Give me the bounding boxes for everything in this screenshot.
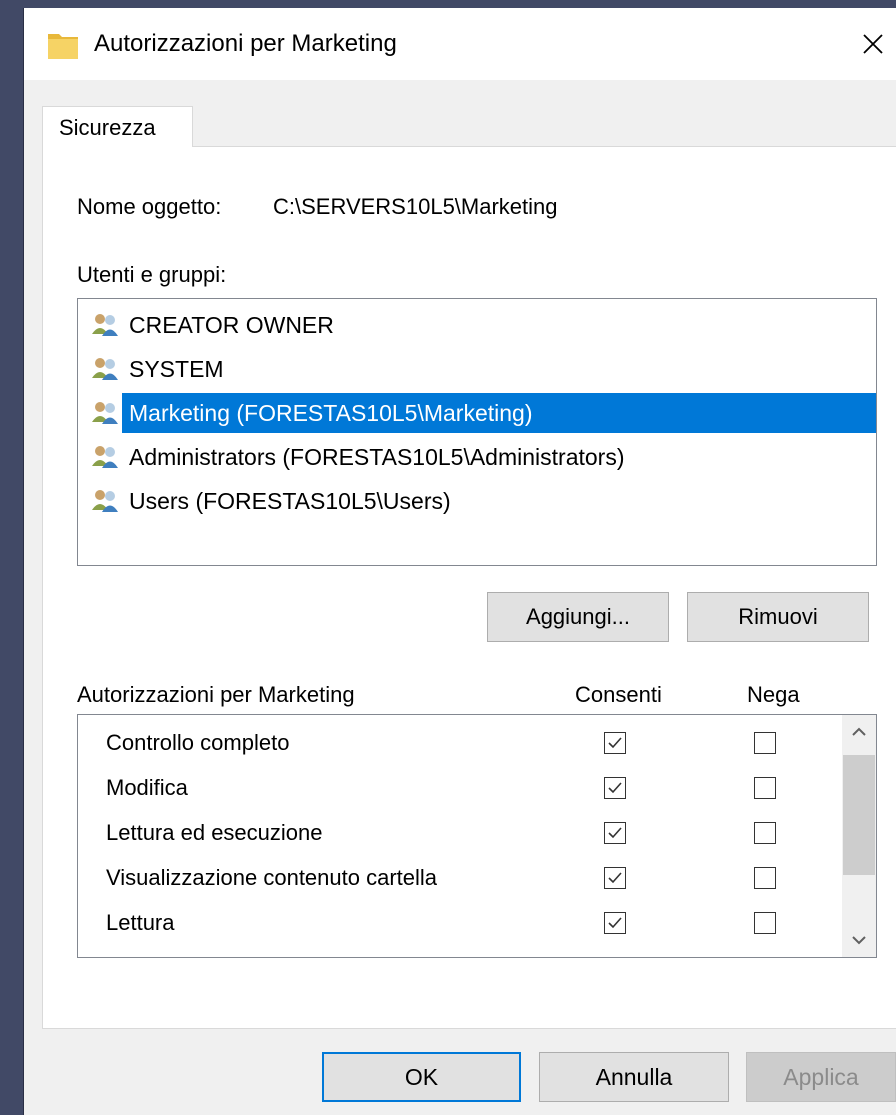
user-name: Administrators (FORESTAS10L5\Administrat… bbox=[129, 444, 625, 470]
close-icon bbox=[863, 34, 883, 54]
object-name-label: Nome oggetto: bbox=[77, 194, 222, 219]
user-list-item[interactable]: Marketing (FORESTAS10L5\Marketing) bbox=[90, 393, 876, 433]
scroll-thumb[interactable] bbox=[843, 755, 875, 875]
allow-checkbox[interactable] bbox=[604, 732, 626, 754]
deny-checkbox[interactable] bbox=[754, 732, 776, 754]
permission-row: Modifica bbox=[78, 766, 838, 810]
partial-checkbox[interactable] bbox=[604, 957, 626, 958]
permissions-list[interactable]: Controllo completo Modifica Lettura ed ese… bbox=[77, 714, 877, 958]
permission-label: Visualizzazione contenuto cartella bbox=[106, 865, 438, 890]
allow-checkbox[interactable] bbox=[604, 912, 626, 934]
close-button[interactable] bbox=[850, 8, 896, 80]
allow-checkbox[interactable] bbox=[604, 867, 626, 889]
permission-row: Visualizzazione contenuto cartella bbox=[78, 856, 838, 900]
apply-button[interactable]: Applica bbox=[746, 1052, 896, 1102]
user-list-item[interactable]: Users (FORESTAS10L5\Users) bbox=[90, 481, 876, 521]
partial-checkbox[interactable] bbox=[754, 957, 776, 958]
users-group-icon bbox=[90, 398, 120, 428]
chevron-up-icon bbox=[852, 727, 866, 736]
users-group-icon bbox=[90, 486, 120, 516]
allow-checkbox[interactable] bbox=[604, 777, 626, 799]
scroll-up-button[interactable] bbox=[842, 715, 876, 749]
allow-checkbox[interactable] bbox=[604, 822, 626, 844]
window-title: Autorizzazioni per Marketing bbox=[94, 30, 397, 57]
users-group-icon bbox=[90, 442, 120, 472]
user-name: CREATOR OWNER bbox=[129, 312, 334, 338]
user-name: Users (FORESTAS10L5\Users) bbox=[129, 488, 451, 514]
chevron-down-icon bbox=[852, 936, 866, 945]
folder-icon bbox=[48, 34, 78, 59]
permissions-scrollbar[interactable] bbox=[842, 715, 876, 957]
permission-label: Lettura bbox=[106, 910, 175, 935]
tab-security[interactable]: Sicurezza bbox=[42, 106, 193, 148]
permissions-header: Autorizzazioni per Marketing bbox=[77, 682, 355, 707]
deny-checkbox[interactable] bbox=[754, 912, 776, 934]
permission-row-partial bbox=[78, 946, 838, 958]
permission-label: Modifica bbox=[106, 775, 188, 800]
user-list-item[interactable]: CREATOR OWNER bbox=[90, 305, 876, 345]
users-groups-label: Utenti e gruppi: bbox=[77, 262, 227, 287]
security-panel: Nome oggetto: C:\SERVERS10L5\Marketing U… bbox=[42, 147, 896, 1029]
users-group-icon bbox=[90, 310, 120, 340]
permission-label: Lettura ed esecuzione bbox=[106, 820, 323, 845]
permission-row: Lettura ed esecuzione bbox=[78, 811, 838, 855]
user-name: Marketing (FORESTAS10L5\Marketing) bbox=[122, 393, 876, 433]
deny-checkbox[interactable] bbox=[754, 822, 776, 844]
permission-label: Controllo completo bbox=[106, 730, 290, 755]
remove-button[interactable]: Rimuovi bbox=[687, 592, 869, 642]
cancel-button[interactable]: Annulla bbox=[539, 1052, 729, 1102]
deny-column-header: Nega bbox=[747, 682, 800, 707]
users-group-icon bbox=[90, 354, 120, 384]
permission-row: Controllo completo bbox=[78, 721, 838, 765]
deny-checkbox[interactable] bbox=[754, 777, 776, 799]
permissions-dialog: Autorizzazioni per Marketing Sicurezza N… bbox=[24, 8, 896, 1115]
user-name: SYSTEM bbox=[129, 356, 224, 382]
add-button[interactable]: Aggiungi... bbox=[487, 592, 669, 642]
title-bar: Autorizzazioni per Marketing bbox=[24, 8, 896, 80]
scroll-down-button[interactable] bbox=[842, 923, 876, 957]
ok-button[interactable]: OK bbox=[322, 1052, 521, 1102]
object-name-value: C:\SERVERS10L5\Marketing bbox=[273, 194, 558, 219]
users-groups-list[interactable]: CREATOR OWNER SYSTEM Marketing (FORESTAS… bbox=[77, 298, 877, 566]
deny-checkbox[interactable] bbox=[754, 867, 776, 889]
user-list-item[interactable]: SYSTEM bbox=[90, 349, 876, 389]
user-list-item[interactable]: Administrators (FORESTAS10L5\Administrat… bbox=[90, 437, 876, 477]
allow-column-header: Consenti bbox=[575, 682, 662, 707]
permission-row: Lettura bbox=[78, 901, 838, 945]
